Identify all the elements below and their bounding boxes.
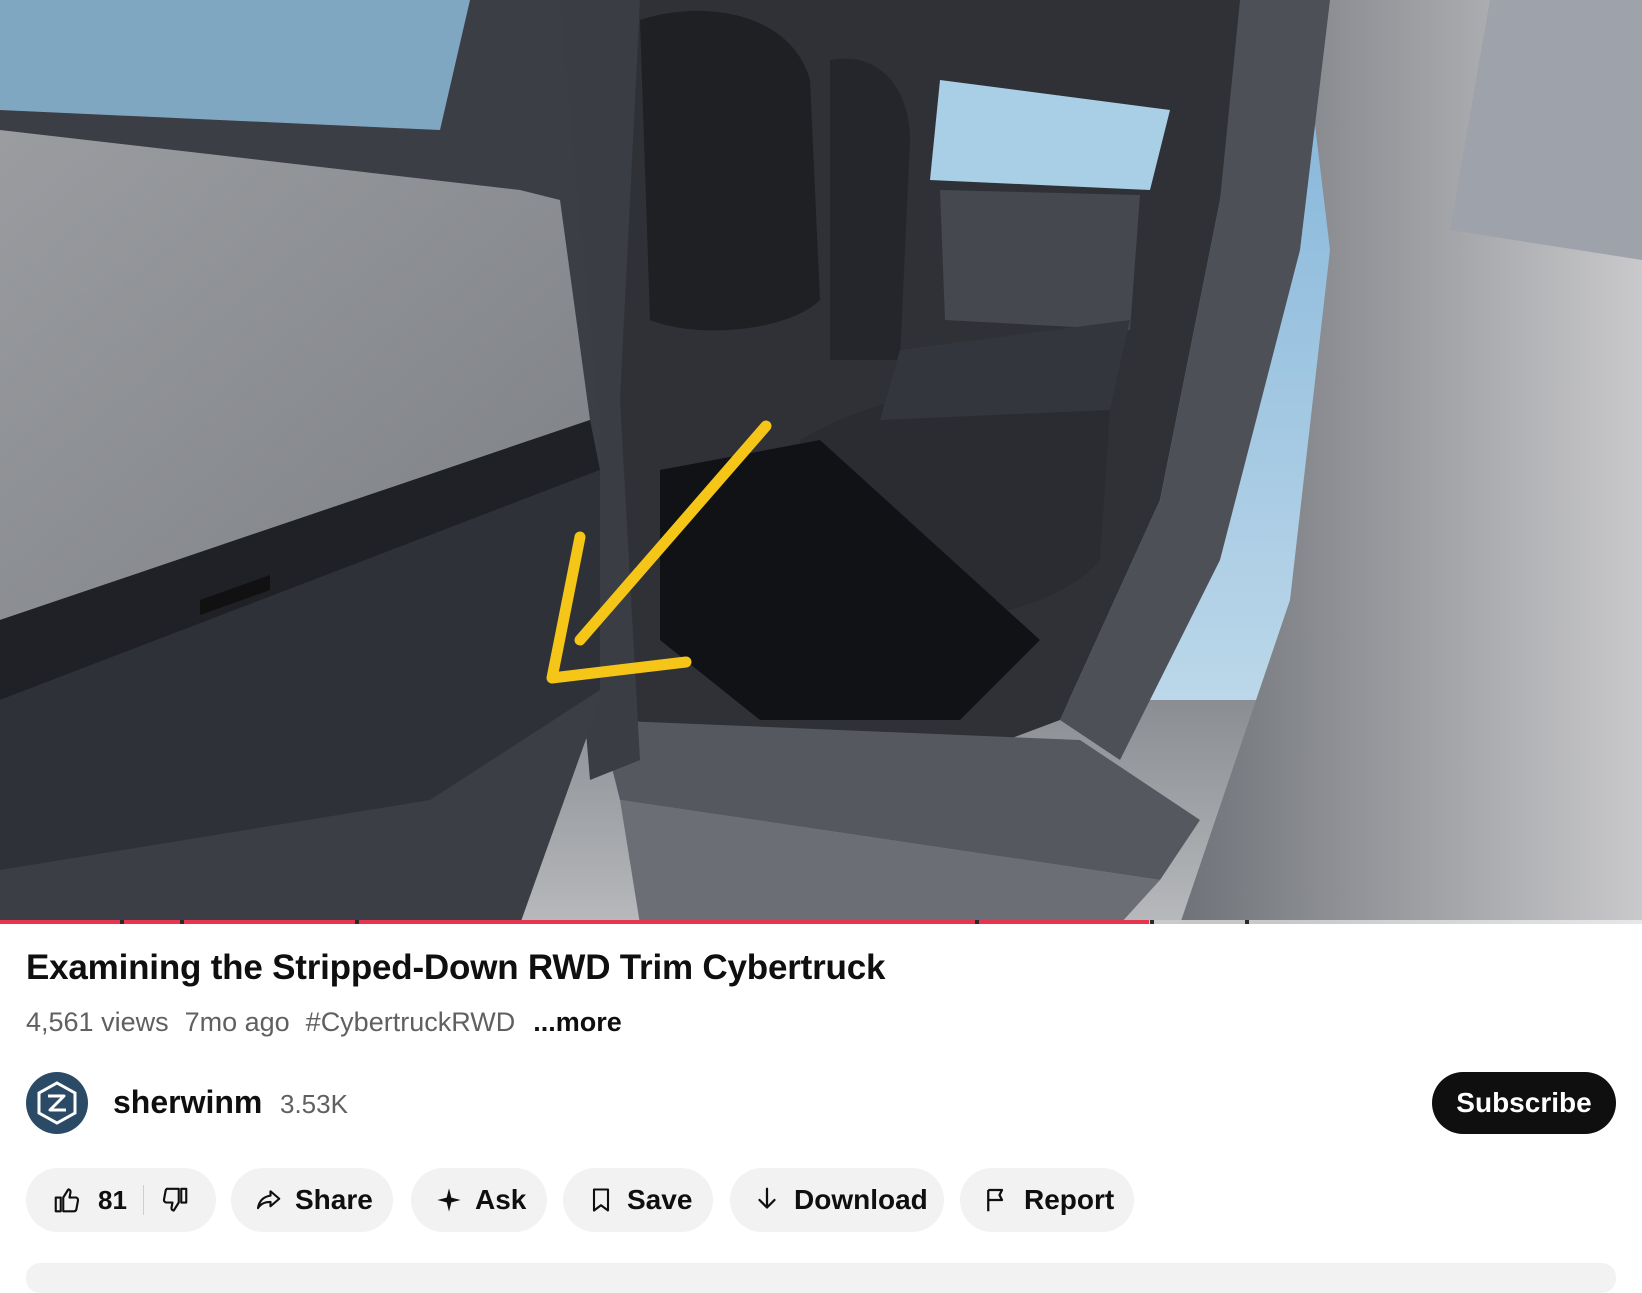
hashtag-link[interactable]: #CybertruckRWD — [306, 1007, 516, 1038]
more-link[interactable]: ...more — [533, 1007, 622, 1038]
video-frame — [0, 0, 1642, 924]
channel-row: sherwinm 3.53K Subscribe — [26, 1072, 1616, 1136]
share-label: Share — [295, 1184, 373, 1215]
video-progress-bar[interactable] — [0, 920, 1642, 924]
chapter-marker — [1245, 920, 1249, 924]
flag-icon — [987, 1188, 1004, 1212]
share-button[interactable]: Share — [231, 1168, 393, 1232]
channel-logo-icon — [37, 1081, 77, 1125]
sparkle-icon — [437, 1188, 461, 1212]
download-label: Download — [794, 1184, 928, 1215]
channel-name[interactable]: sherwinm — [113, 1084, 262, 1121]
save-label: Save — [627, 1184, 693, 1215]
like-divider — [142, 1185, 144, 1215]
subscribe-button[interactable]: Subscribe — [1432, 1072, 1616, 1134]
chapter-marker — [975, 920, 979, 924]
download-icon — [758, 1187, 776, 1209]
chapter-marker — [180, 920, 184, 924]
video-meta[interactable]: 4,561 views 7mo ago #CybertruckRWD ...mo… — [26, 1007, 622, 1038]
progress-buffered — [1149, 920, 1281, 924]
report-button[interactable]: Report — [960, 1168, 1134, 1232]
bookmark-icon — [592, 1188, 610, 1212]
like-count: 81 — [98, 1184, 127, 1215]
ask-button[interactable]: Ask — [411, 1168, 547, 1232]
video-title[interactable]: Examining the Stripped-Down RWD Trim Cyb… — [26, 948, 885, 988]
chapter-marker — [1150, 920, 1154, 924]
ask-label: Ask — [475, 1184, 527, 1215]
subscriber-count: 3.53K — [280, 1089, 348, 1119]
share-icon — [256, 1190, 281, 1210]
view-count: 4,561 views — [26, 1007, 169, 1037]
save-button[interactable]: Save — [563, 1168, 713, 1232]
channel-avatar[interactable] — [26, 1072, 88, 1134]
dislike-button[interactable] — [160, 1185, 190, 1215]
video-player[interactable] — [0, 0, 1642, 924]
chapter-marker — [120, 920, 124, 924]
chapter-marker — [355, 920, 359, 924]
like-dislike-group: 81 — [26, 1168, 216, 1232]
description-card[interactable] — [26, 1263, 1616, 1293]
thumbs-down-icon — [162, 1187, 188, 1212]
upload-age: 7mo ago — [184, 1007, 290, 1037]
download-button[interactable]: Download — [730, 1168, 944, 1232]
like-button[interactable]: 81 — [52, 1185, 127, 1216]
report-label: Report — [1024, 1184, 1115, 1215]
thumbs-up-icon — [54, 1188, 80, 1213]
